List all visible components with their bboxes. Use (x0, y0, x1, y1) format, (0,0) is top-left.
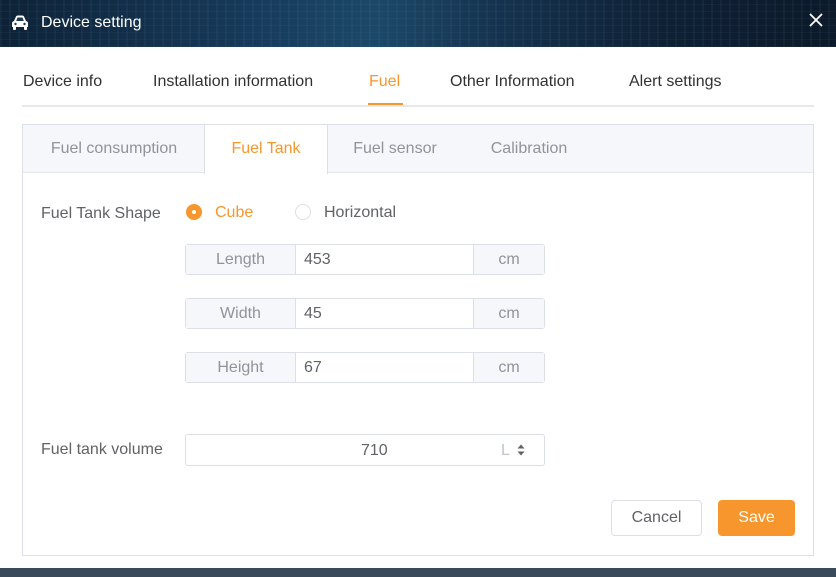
radio-cube[interactable]: Cube (186, 204, 266, 222)
length-input[interactable]: 453 (304, 245, 331, 274)
close-icon[interactable] (809, 13, 823, 27)
fuel-tank-shape-label: Fuel Tank Shape (41, 205, 161, 222)
tab-installation-information[interactable]: Installation information (153, 73, 313, 91)
width-input[interactable]: 45 (304, 299, 322, 328)
subtab-calibration[interactable]: Calibration (462, 125, 596, 173)
length-label: Length (186, 245, 296, 274)
width-input-group: Width 45 cm (185, 298, 545, 329)
radio-horizontal-indicator[interactable] (295, 204, 311, 220)
subtab-fuel-sensor[interactable]: Fuel sensor (328, 125, 462, 173)
subtab-fuel-consumption[interactable]: Fuel consumption (23, 125, 205, 173)
sub-tabs: Fuel consumption Fuel Tank Fuel sensor C… (23, 125, 813, 174)
save-button[interactable]: Save (718, 500, 795, 536)
tab-device-info[interactable]: Device info (23, 73, 102, 91)
car-icon (12, 15, 28, 30)
active-tab-indicator (368, 103, 403, 105)
height-input[interactable]: 67 (304, 353, 322, 382)
cancel-button[interactable]: Cancel (611, 500, 702, 536)
height-label: Height (186, 353, 296, 382)
title-bar: Device setting (0, 0, 836, 47)
width-unit: cm (473, 299, 544, 328)
device-setting-dialog: Device setting Device info Installation … (0, 0, 836, 568)
dialog-title: Device setting (41, 14, 142, 31)
radio-cube-label: Cube (215, 204, 254, 221)
fuel-tank-volume-input[interactable]: 710 L (185, 434, 545, 466)
tab-alert-settings[interactable]: Alert settings (629, 73, 721, 91)
sort-stepper-icon[interactable] (516, 442, 526, 458)
radio-cube-indicator[interactable] (186, 204, 202, 220)
subtab-fuel-tank[interactable]: Fuel Tank (204, 125, 328, 174)
volume-unit: L (501, 442, 510, 459)
radio-horizontal-label: Horizontal (324, 204, 397, 221)
tab-other-information[interactable]: Other Information (450, 73, 575, 91)
length-unit: cm (473, 245, 544, 274)
fuel-tank-volume-label: Fuel tank volume (41, 441, 163, 458)
tab-fuel[interactable]: Fuel (369, 73, 400, 91)
main-tabs: Device info Installation information Fue… (22, 67, 814, 107)
height-input-group: Height 67 cm (185, 352, 545, 383)
height-unit: cm (473, 353, 544, 382)
width-label: Width (186, 299, 296, 328)
fuel-panel: Fuel consumption Fuel Tank Fuel sensor C… (22, 124, 814, 556)
fuel-tank-volume-value[interactable]: 710 (361, 442, 388, 460)
radio-horizontal[interactable]: Horizontal (295, 204, 405, 222)
length-input-group: Length 453 cm (185, 244, 545, 275)
